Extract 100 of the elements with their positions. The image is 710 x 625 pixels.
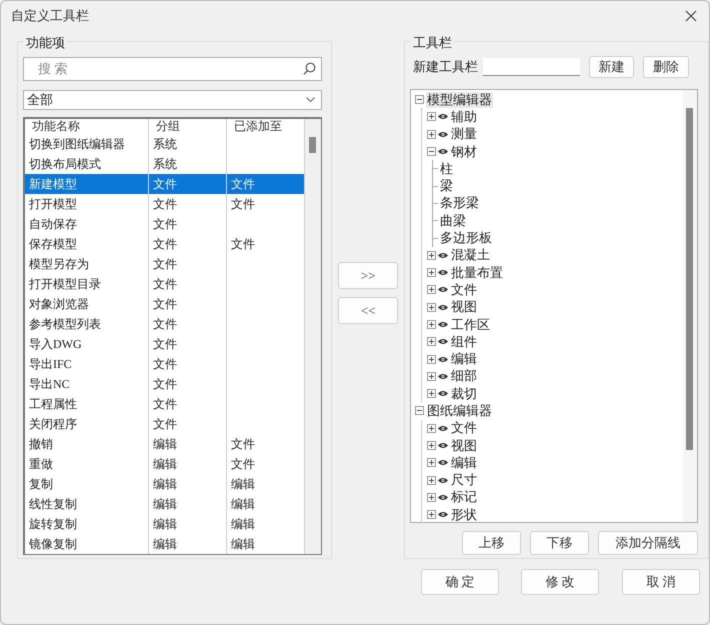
- tree-item[interactable]: 辅助: [450, 108, 478, 125]
- expand-icon[interactable]: [427, 337, 436, 346]
- table-cell: 重做: [25, 454, 149, 474]
- column-header[interactable]: 分组: [149, 119, 227, 134]
- eye-icon[interactable]: [438, 286, 448, 294]
- tree-item[interactable]: 细部: [450, 368, 478, 384]
- expand-icon[interactable]: [427, 302, 436, 312]
- scrollbar-thumb[interactable]: [309, 137, 316, 153]
- table-cell: 文件: [149, 414, 227, 434]
- expand-icon[interactable]: [427, 112, 436, 122]
- table-cell: 编辑: [149, 514, 227, 534]
- tree-item[interactable]: 钢材: [450, 144, 478, 160]
- add-separator-button[interactable]: 添加分隔线: [598, 531, 698, 555]
- table-cell: 模型另存为: [25, 254, 149, 274]
- expand-icon[interactable]: [427, 250, 436, 260]
- expand-icon[interactable]: [427, 285, 436, 294]
- tree-item[interactable]: 模型编辑器: [426, 92, 493, 108]
- table-cell: 文件: [149, 274, 227, 294]
- toolbar-name-field[interactable]: [482, 58, 580, 76]
- group-dropdown[interactable]: 全部: [23, 90, 322, 110]
- tree-item[interactable]: 多边形板: [439, 230, 493, 246]
- search-field[interactable]: 搜 索: [23, 57, 322, 81]
- eye-icon[interactable]: [438, 494, 448, 501]
- expand-icon[interactable]: [427, 389, 436, 398]
- eye-icon[interactable]: [438, 130, 448, 138]
- expand-icon[interactable]: [427, 354, 436, 364]
- table-cell: 文件: [149, 334, 227, 354]
- eye-icon[interactable]: [438, 113, 448, 120]
- scrollbar-thumb[interactable]: [686, 108, 693, 450]
- eye-icon[interactable]: [438, 459, 448, 466]
- tree-item[interactable]: 组件: [450, 334, 478, 350]
- tree-item[interactable]: 梁: [439, 178, 454, 194]
- tree-item[interactable]: 条形梁: [439, 195, 480, 212]
- table-cell: 文件: [149, 374, 227, 394]
- tree-item[interactable]: 标记: [450, 489, 478, 506]
- chevron-down-icon: [306, 97, 316, 103]
- tree-item[interactable]: 文件: [450, 282, 478, 298]
- eye-icon[interactable]: [438, 442, 448, 450]
- tree-item[interactable]: 文件: [450, 420, 478, 436]
- add-button[interactable]: >>: [338, 262, 398, 289]
- expand-icon[interactable]: [427, 441, 436, 450]
- expand-icon[interactable]: [427, 510, 436, 520]
- cancel-button[interactable]: 取 消: [622, 569, 700, 595]
- expand-icon[interactable]: [427, 130, 436, 139]
- eye-icon[interactable]: [438, 321, 448, 328]
- tree-item[interactable]: 批量布置: [450, 264, 504, 281]
- table-cell: 镜像复制: [25, 534, 149, 554]
- move-up-button[interactable]: 上移: [462, 531, 521, 555]
- modify-button[interactable]: 修 改: [521, 569, 599, 595]
- eye-icon[interactable]: [438, 338, 448, 346]
- eye-icon[interactable]: [438, 269, 448, 276]
- table-cell: 参考模型列表: [25, 314, 149, 334]
- move-down-button[interactable]: 下移: [530, 531, 589, 555]
- table-cell: 文件: [149, 354, 227, 374]
- expand-icon[interactable]: [427, 372, 436, 381]
- eye-icon[interactable]: [438, 390, 448, 398]
- expand-icon[interactable]: [427, 268, 436, 278]
- tree-item[interactable]: 曲梁: [439, 212, 467, 229]
- table-cell: 文件: [149, 214, 227, 234]
- tree-item[interactable]: 视图: [450, 438, 478, 454]
- expand-icon[interactable]: [427, 492, 436, 502]
- tree-item[interactable]: 混凝土: [450, 247, 491, 264]
- eye-icon[interactable]: [438, 148, 448, 156]
- column-header[interactable]: 功能名称: [25, 119, 149, 134]
- table-row[interactable]: 新建模型 文件 文件: [25, 174, 306, 194]
- eye-icon[interactable]: [438, 372, 448, 380]
- tree-item[interactable]: 编辑: [450, 454, 478, 471]
- new-button[interactable]: 新建: [588, 56, 634, 78]
- tree-item[interactable]: 形状: [450, 506, 478, 522]
- eye-icon[interactable]: [438, 304, 448, 311]
- tree-item[interactable]: 尺寸: [450, 472, 478, 488]
- expand-icon[interactable]: [427, 476, 436, 485]
- table-cell: 旋转复制: [25, 514, 149, 534]
- table-cell: 撤销: [25, 434, 149, 454]
- expand-icon[interactable]: [427, 458, 436, 468]
- eye-icon[interactable]: [438, 511, 448, 518]
- table-cell: 打开模型: [25, 194, 149, 214]
- close-icon[interactable]: [685, 10, 697, 22]
- tree-item[interactable]: 图纸编辑器: [426, 402, 493, 419]
- tree-item[interactable]: 工作区: [450, 316, 491, 332]
- tree-item[interactable]: 视图: [450, 299, 478, 316]
- eye-icon[interactable]: [438, 424, 448, 432]
- expand-icon[interactable]: [427, 424, 436, 433]
- table-cell: 文件: [149, 314, 227, 334]
- tree-item[interactable]: 测量: [450, 126, 478, 142]
- eye-icon[interactable]: [438, 356, 448, 363]
- search-icon[interactable]: [303, 62, 316, 75]
- tree-item[interactable]: 裁切: [450, 386, 478, 402]
- collapse-icon[interactable]: [415, 95, 424, 104]
- tree-item[interactable]: 柱: [439, 160, 454, 177]
- collapse-icon[interactable]: [427, 147, 436, 156]
- eye-icon[interactable]: [438, 476, 448, 484]
- ok-button[interactable]: 确 定: [421, 569, 499, 595]
- tree-item[interactable]: 编辑: [450, 351, 478, 368]
- eye-icon[interactable]: [438, 252, 448, 259]
- remove-button[interactable]: <<: [338, 297, 398, 324]
- table-cell: 系统: [149, 134, 227, 154]
- expand-icon[interactable]: [427, 320, 436, 329]
- collapse-icon[interactable]: [415, 406, 424, 416]
- delete-button[interactable]: 删除: [643, 56, 689, 78]
